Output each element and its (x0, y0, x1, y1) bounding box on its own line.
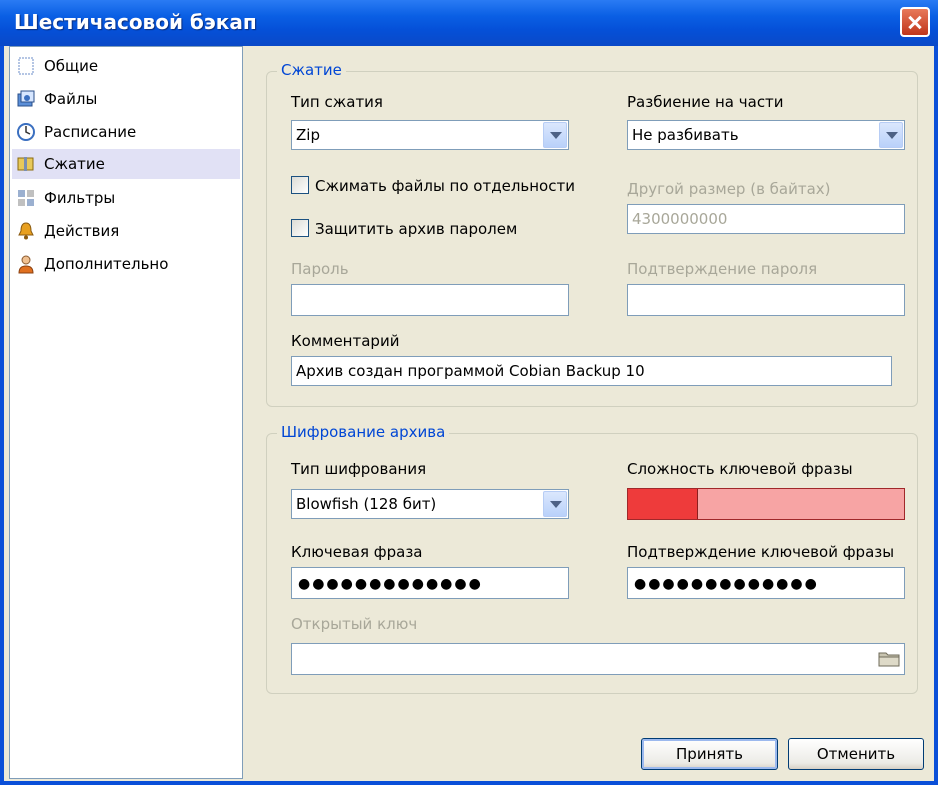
comment-label: Комментарий (291, 332, 400, 350)
sidebar-item-label: Фильтры (44, 189, 116, 207)
close-button[interactable] (900, 7, 930, 37)
chevron-down-icon[interactable] (543, 122, 567, 148)
separate-files-label[interactable]: Сжимать файлы по отдельности (315, 177, 575, 195)
passphrase-label: Ключевая фраза (291, 543, 423, 561)
passphrase-field[interactable]: ●●●●●●●●●●●●● (291, 567, 569, 599)
files-icon (17, 90, 35, 107)
chevron-down-icon[interactable] (879, 122, 903, 148)
compression-type-label: Тип сжатия (291, 93, 383, 111)
comment-value: Архив создан программой Cobian Backup 10 (296, 362, 645, 380)
protect-password-checkbox[interactable] (291, 219, 309, 237)
encryption-type-select[interactable]: Blowfish (128 бит) (291, 489, 569, 519)
split-label: Разбиение на части (627, 93, 784, 111)
sidebar-item-compression[interactable]: Сжатие (12, 149, 240, 179)
strength-label: Сложность ключевой фразы (627, 460, 853, 478)
protect-password-label[interactable]: Защитить архив паролем (315, 220, 517, 238)
passphrase-strength-bar (627, 488, 905, 520)
clock-icon (17, 123, 35, 141)
sidebar-item-filters[interactable]: Фильтры (12, 183, 240, 213)
sidebar-item-label: Действия (44, 222, 120, 240)
sidebar-item-files[interactable]: Файлы (12, 84, 240, 114)
public-key-field[interactable] (291, 643, 905, 675)
sidebar-item-label: Файлы (44, 90, 98, 108)
passphrase-value: ●●●●●●●●●●●●● (298, 576, 483, 592)
sidebar-item-general[interactable]: Общие (12, 51, 240, 81)
sidebar-item-label: Сжатие (44, 155, 105, 173)
passphrase-confirm-field[interactable]: ●●●●●●●●●●●●● (627, 567, 905, 599)
bell-icon (18, 222, 34, 240)
ok-button[interactable]: Принять (641, 738, 778, 770)
other-size-field[interactable]: 4300000000 (627, 204, 905, 234)
sidebar-item-schedule[interactable]: Расписание (12, 117, 240, 147)
compression-icon (17, 157, 34, 171)
window-title: Шестичасовой бэкап (14, 10, 257, 34)
separate-files-checkbox[interactable] (291, 176, 309, 194)
encryption-group-title: Шифрование архива (277, 423, 450, 441)
compression-type-value: Zip (296, 126, 320, 144)
compression-type-select[interactable]: Zip (291, 120, 569, 150)
password-label: Пароль (291, 260, 349, 278)
split-value: Не разбивать (632, 126, 739, 144)
compression-group-title: Сжатие (277, 61, 346, 79)
password-field[interactable] (291, 284, 569, 316)
encryption-type-value: Blowfish (128 бит) (296, 495, 437, 513)
sidebar-item-advanced[interactable]: Дополнительно (12, 249, 240, 279)
cancel-button[interactable]: Отменить (788, 738, 924, 770)
other-size-label: Другой размер (в байтах) (627, 180, 831, 198)
comment-field[interactable]: Архив создан программой Cobian Backup 10 (291, 356, 892, 386)
password-confirm-field[interactable] (627, 284, 905, 316)
sidebar-item-actions[interactable]: Действия (12, 216, 240, 246)
encryption-type-label: Тип шифрования (291, 460, 427, 478)
sidebar: Общие Файлы Расписание Сжатие Фильтры Де… (9, 46, 243, 779)
general-icon (18, 57, 34, 75)
sidebar-item-label: Расписание (44, 123, 137, 141)
passphrase-strength-fill (628, 489, 698, 519)
sidebar-item-label: Дополнительно (44, 255, 169, 273)
passphrase-confirm-value: ●●●●●●●●●●●●● (634, 576, 819, 592)
split-select[interactable]: Не разбивать (627, 120, 905, 150)
sidebar-item-label: Общие (44, 57, 99, 75)
chevron-down-icon[interactable] (543, 491, 567, 517)
filter-icon (18, 190, 34, 206)
passphrase-confirm-label: Подтверждение ключевой фразы (627, 543, 895, 561)
dialog-window: Шестичасовой бэкап Общие Файлы Расписани… (0, 0, 938, 785)
public-key-label: Открытый ключ (291, 615, 418, 633)
password-confirm-label: Подтверждение пароля (627, 260, 818, 278)
title-bar[interactable]: Шестичасовой бэкап (0, 0, 938, 46)
user-icon (18, 255, 34, 274)
other-size-value: 4300000000 (632, 210, 728, 228)
folder-icon[interactable] (878, 649, 900, 667)
